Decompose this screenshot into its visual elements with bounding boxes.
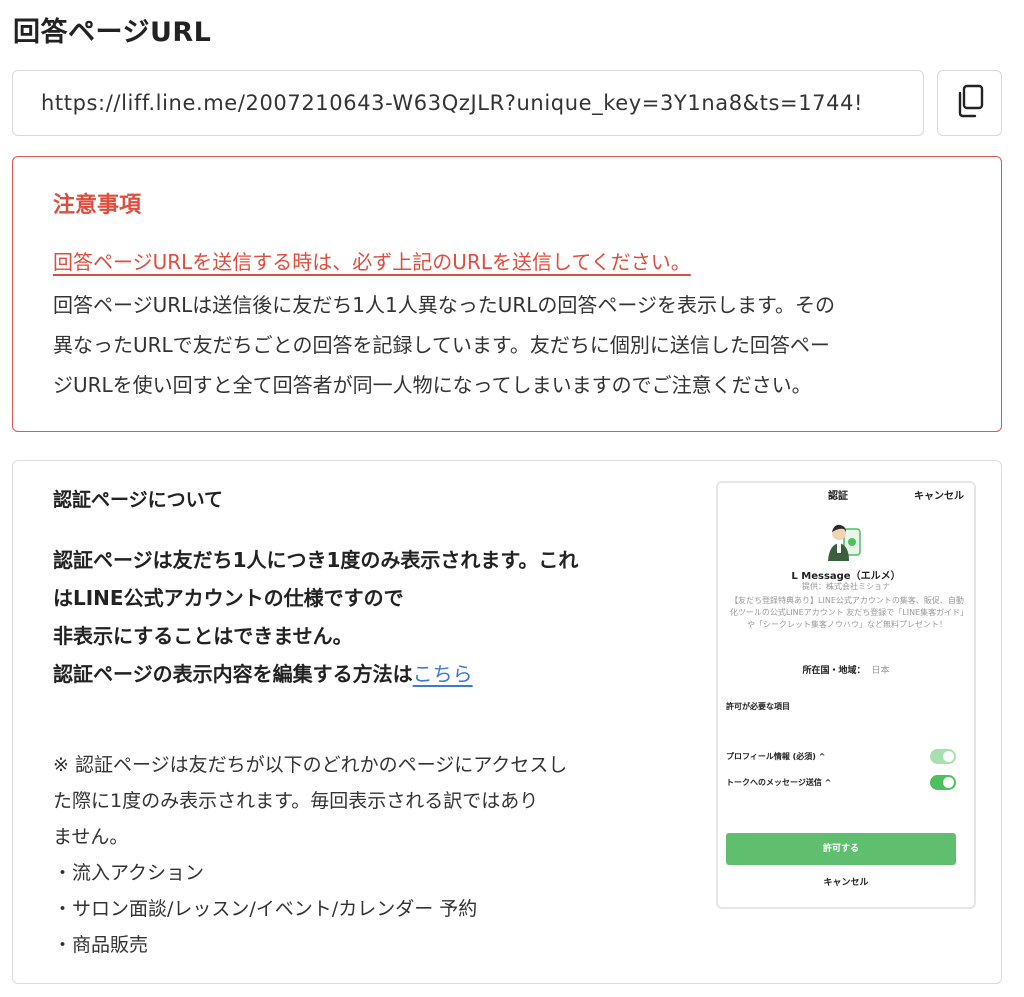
auth-main-text: 認証ページは友だち1人につき1度のみ表示されます。これ はLINE公式アカウント… — [53, 541, 693, 693]
preview-permission-row: トークへのメッセージ送信 ^ — [726, 775, 956, 791]
auth-edit-line: 認証ページの表示内容を編集する方法はこちら — [53, 655, 693, 693]
preview-region-value: 日本 — [871, 666, 890, 676]
copy-icon — [955, 84, 985, 122]
copy-button[interactable] — [937, 70, 1002, 136]
notice-line: 回答ページURLは送信後に友だち1人1人異なったURLの回答ページを表示します。… — [53, 293, 836, 317]
url-input[interactable] — [13, 71, 923, 135]
auth-note-line: ・流入アクション — [53, 862, 205, 884]
preview-header: 認証 キャンセル — [718, 485, 974, 505]
auth-preview-image: 認証 キャンセル L Message（エルメ） 提供：株式会社ミショナ 【友だち… — [716, 481, 976, 909]
page-title: 回答ページURL — [13, 17, 212, 48]
preview-permission-row: プロフィール情報 (必須) ^ — [726, 749, 956, 765]
auth-main-line: 認証ページは友だち1人につき1度のみ表示されます。これ — [53, 548, 579, 572]
preview-permission-label: トークへのメッセージ送信 ^ — [726, 778, 832, 787]
auth-note-line: ません。 — [53, 826, 129, 848]
avatar-icon — [825, 521, 865, 567]
preview-region: 所在国・地域： 日本 — [718, 663, 974, 676]
preview-toggle — [930, 775, 956, 790]
auth-note: ※ 認証ページは友だちが以下のどれかのページにアクセスし た際に1度のみ表示され… — [53, 747, 693, 963]
notice-box: 注意事項 回答ページURLを送信する時は、必ず上記のURLを送信してください。 … — [12, 156, 1002, 432]
preview-description: 【友だち登録特典あり】LINE公式アカウントの集客、販促、自動化ツールの公式LI… — [729, 596, 965, 629]
auth-title: 認証ページについて — [53, 489, 224, 511]
preview-provider: 提供：株式会社ミショナ — [802, 582, 890, 591]
auth-main-line: 非表示にすることはできません。 — [53, 624, 353, 648]
preview-toggle — [930, 749, 956, 764]
auth-note-line: ※ 認証ページは友だちが以下のどれかのページにアクセスし — [53, 754, 568, 776]
preview-region-label: 所在国・地域： — [802, 666, 866, 676]
preview-header-title: 認証 — [828, 491, 848, 502]
preview-permissions-title: 許可が必要な項目 — [726, 702, 790, 711]
notice-body: 回答ページURLは送信後に友だち1人1人異なったURLの回答ページを表示します。… — [53, 285, 973, 405]
auth-note-line: ・サロン面談/レッスン/イベント/カレンダー 予約 — [53, 898, 478, 920]
preview-account-name: L Message（エルメ） — [791, 571, 901, 582]
url-field[interactable] — [12, 70, 924, 136]
auth-note-line: ・商品販売 — [53, 934, 149, 956]
preview-permission-label: プロフィール情報 (必須) ^ — [726, 752, 826, 761]
preview-cancel-button: キャンセル — [823, 878, 869, 888]
auth-page-box: 認証ページについて 認証ページは友だち1人につき1度のみ表示されます。これ はL… — [12, 460, 1002, 984]
notice-warning-link[interactable]: 回答ページURLを送信する時は、必ず上記のURLを送信してください。 — [53, 246, 691, 275]
auth-note-line: た際に1度のみ表示されます。毎回表示される訳ではあり — [53, 790, 539, 812]
notice-line: 異なったURLで友だちごとの回答を記録しています。友だちに個別に送信した回答ペー — [53, 333, 830, 357]
preview-header-cancel: キャンセル — [914, 491, 964, 502]
preview-allow-button: 許可する — [726, 833, 956, 865]
notice-title: 注意事項 — [53, 193, 142, 218]
auth-edit-text: 認証ページの表示内容を編集する方法は — [53, 662, 413, 686]
notice-line: ジURLを使い回すと全て回答者が同一人物になってしまいますのでご注意ください。 — [53, 373, 812, 397]
auth-main-line: はLINE公式アカウントの仕様ですので — [53, 586, 404, 610]
auth-edit-link[interactable]: こちら — [413, 662, 473, 686]
